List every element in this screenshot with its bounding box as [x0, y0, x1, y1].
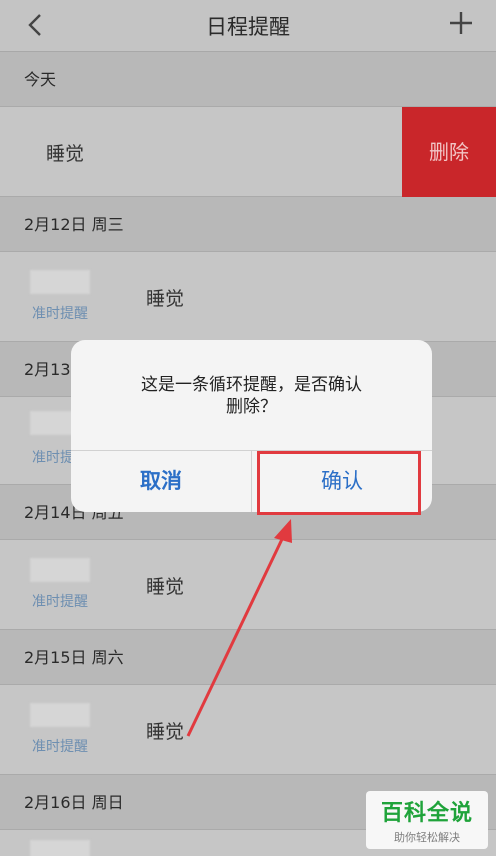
schedule-reminder-screen: 日程提醒 今天 睡觉 删除 2月12日 周三 准时提醒 睡觉 2月13日 准时提…: [0, 0, 496, 856]
reminder-type: 准时提: [32, 450, 74, 466]
reminder-type: 准时提醒: [32, 306, 88, 322]
blurred-time: [30, 270, 90, 294]
delete-button[interactable]: 删除: [402, 107, 496, 197]
watermark-brand: 百科全说: [380, 801, 473, 826]
reminder-title: 睡觉: [146, 288, 185, 310]
dialog-message-line: 这是一条循环提醒，是否确认: [141, 375, 362, 395]
reminder-title: 睡觉: [146, 721, 185, 743]
section-header-date: 2月15日 周六: [0, 630, 496, 685]
blurred-time: [30, 703, 90, 727]
reminder-type: 准时提醒: [32, 594, 88, 610]
nav-bar: 日程提醒: [0, 0, 496, 52]
watermark-tagline: 助你轻松解决: [394, 831, 460, 844]
reminder-title: 睡觉: [146, 576, 185, 598]
list-item-today[interactable]: 睡觉 删除: [0, 107, 496, 197]
blurred-time: [30, 840, 90, 856]
section-header-date: 2月12日 周三: [0, 197, 496, 252]
cancel-button[interactable]: 取消: [71, 450, 251, 512]
watermark-logo: 百科全说 助你轻松解决: [366, 791, 488, 849]
page-title: 日程提醒: [206, 15, 290, 39]
list-item[interactable]: 准时提醒 睡觉: [0, 685, 496, 775]
list-item[interactable]: 准时提醒 睡觉: [0, 540, 496, 630]
dialog-message-line: 删除？: [226, 397, 277, 417]
list-item[interactable]: 准时提醒 睡觉: [0, 252, 496, 342]
annotation-highlight-box: [257, 451, 421, 515]
reminder-title: 睡觉: [46, 143, 85, 165]
dialog-message: 这是一条循环提醒，是否确认 删除？: [71, 374, 432, 418]
section-header-today: 今天: [0, 52, 496, 107]
plus-icon[interactable]: [446, 8, 476, 38]
blurred-time: [30, 558, 90, 582]
reminder-type: 准时提醒: [32, 739, 88, 755]
